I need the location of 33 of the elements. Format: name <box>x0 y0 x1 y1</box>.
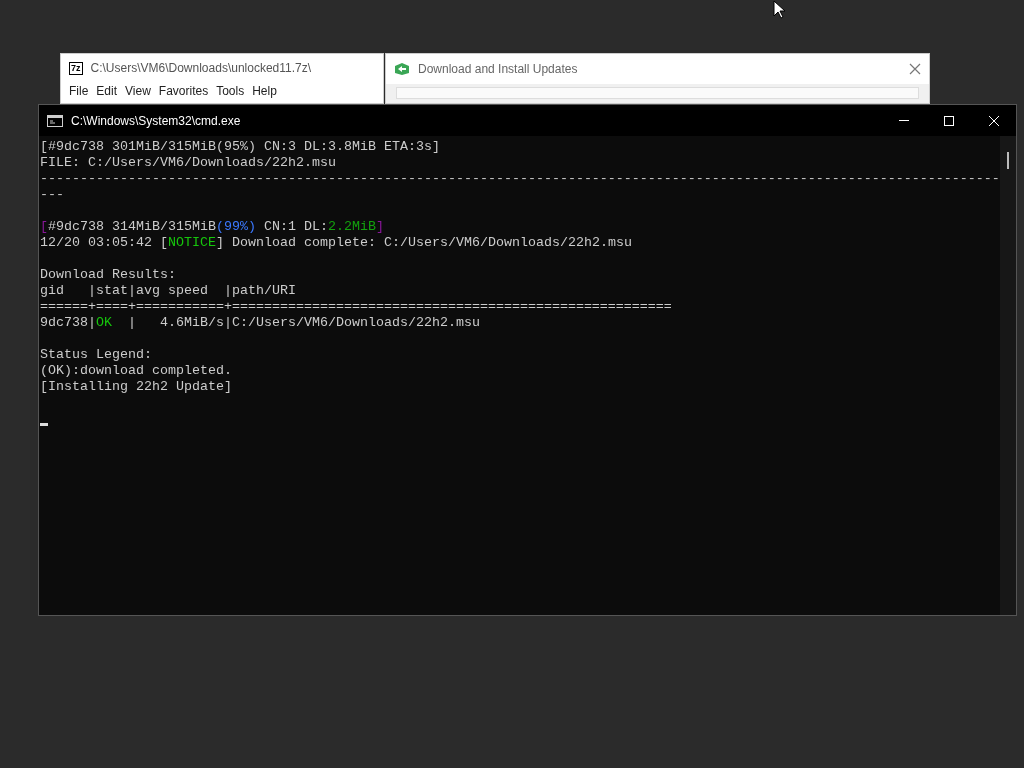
console-line: FILE: C:/Users/VM6/Downloads/22h2.msu <box>40 155 337 171</box>
console-line: ======+====+===========+======================================================= <box>40 299 673 315</box>
app-icon: 7z <box>69 61 83 75</box>
update-icon <box>394 62 410 76</box>
maximize-icon <box>942 114 955 127</box>
console-line: [#9dc738 314MiB/315MiB(99%) CN:1 DL:2.2MiB] <box>40 219 385 235</box>
scrollbar[interactable] <box>1000 136 1016 615</box>
console-line: --- <box>40 187 65 203</box>
scroll-thumb[interactable] <box>1007 152 1009 169</box>
console-line: Status Legend: <box>40 347 153 363</box>
terminal-icon <box>47 114 63 127</box>
menu-item[interactable]: Help <box>248 82 281 100</box>
menu-item[interactable]: Edit <box>92 82 122 100</box>
close-icon <box>909 63 921 75</box>
console-line: [Installing 22h2 Update] <box>40 379 233 395</box>
menu-item[interactable]: Favorites <box>154 82 213 100</box>
console-line: [#9dc738 301MiB/315MiB(95%) CN:3 DL:3.8MiB ETA:3s] <box>40 139 441 155</box>
console-line: gid |stat|avg speed |path/URI <box>40 283 297 299</box>
window-title: Download and Install Updates <box>418 61 579 78</box>
close-icon <box>987 114 1000 127</box>
window-title: C:\Users\VM6\Downloads\unlocked11.7z\ <box>90 60 312 77</box>
close-button[interactable] <box>909 63 921 75</box>
menu-item[interactable]: View <box>121 82 155 100</box>
console-line: ------------------------------------------------------------------------------------------------------------------------ <box>40 171 1000 187</box>
console-line: 12/20 03:05:42 [NOTICE] Download complete: C:/Users/VM6/Downloads/22h2.msu <box>40 235 633 251</box>
console-line: (OK):download completed. <box>40 363 233 379</box>
window-title: C:\Windows\System32\cmd.exe <box>71 112 241 130</box>
console-line: 9dc738|OK | 4.6MiB/s|C:/Users/VM6/Downloads/22h2.msu <box>40 315 481 331</box>
menu-item[interactable]: Tools <box>212 82 249 100</box>
mouse-pointer-icon <box>773 0 785 19</box>
console-line: Download Results: <box>40 267 177 283</box>
text-cursor <box>40 423 48 426</box>
menu-item[interactable]: File <box>65 82 93 100</box>
